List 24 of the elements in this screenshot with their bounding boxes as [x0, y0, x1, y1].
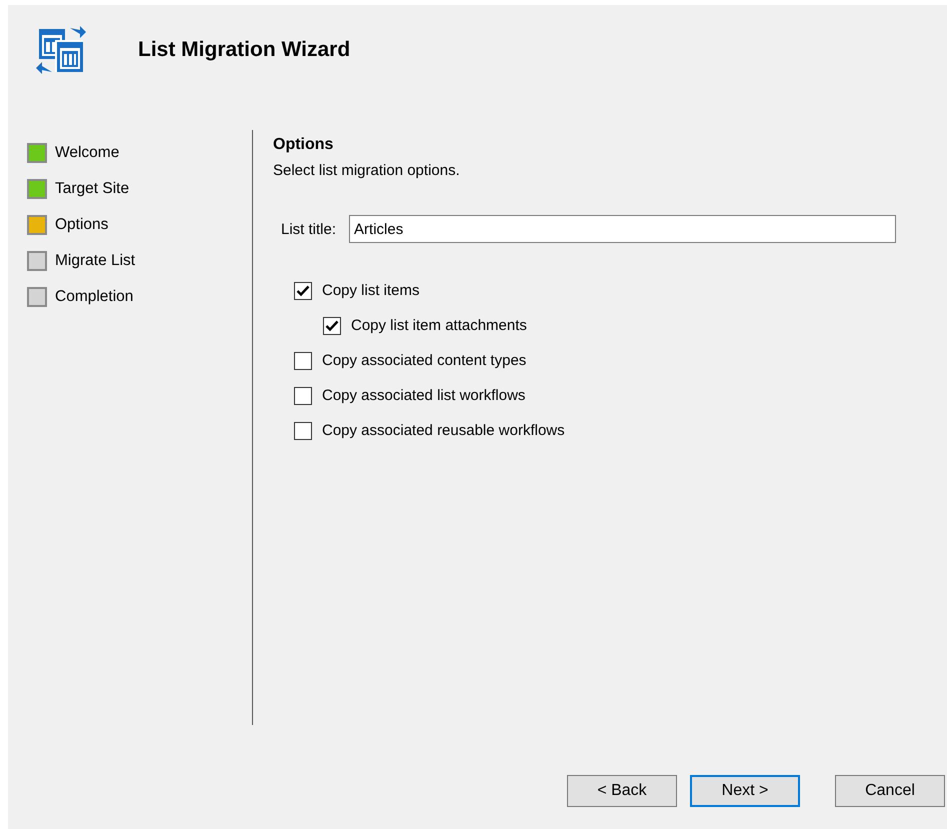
page-description: Select list migration options.	[273, 162, 461, 179]
window-title: List Migration Wizard	[138, 38, 350, 62]
list-title-field[interactable]: Articles	[349, 215, 896, 243]
wizard-button[interactable]: Next >	[690, 775, 800, 807]
checkbox-label: Copy list item attachments	[351, 317, 527, 334]
step-label: Target Site	[55, 180, 130, 198]
list-migration-icon	[36, 26, 86, 74]
step-label: Completion	[55, 288, 134, 306]
wizard-button[interactable]: < Back	[567, 775, 677, 807]
checkbox[interactable]	[294, 352, 312, 370]
checkbox-label: Copy associated list workflows	[322, 387, 526, 404]
step-label: Welcome	[55, 144, 120, 162]
checkbox[interactable]	[294, 282, 312, 300]
step-label: Migrate List	[55, 252, 136, 270]
checkbox[interactable]	[294, 422, 312, 440]
checkbox[interactable]	[294, 386, 312, 404]
checkbox-label: Copy associated content types	[322, 352, 526, 369]
checkbox-label: Copy associated reusable workflows	[322, 422, 565, 439]
wizard-button[interactable]: Cancel	[835, 775, 945, 807]
checkbox-label: Copy list items	[322, 282, 420, 299]
field-label: List title:	[281, 220, 336, 238]
checkbox[interactable]	[323, 316, 341, 334]
page-heading: Options	[273, 136, 334, 154]
step-label: Options	[55, 216, 108, 234]
